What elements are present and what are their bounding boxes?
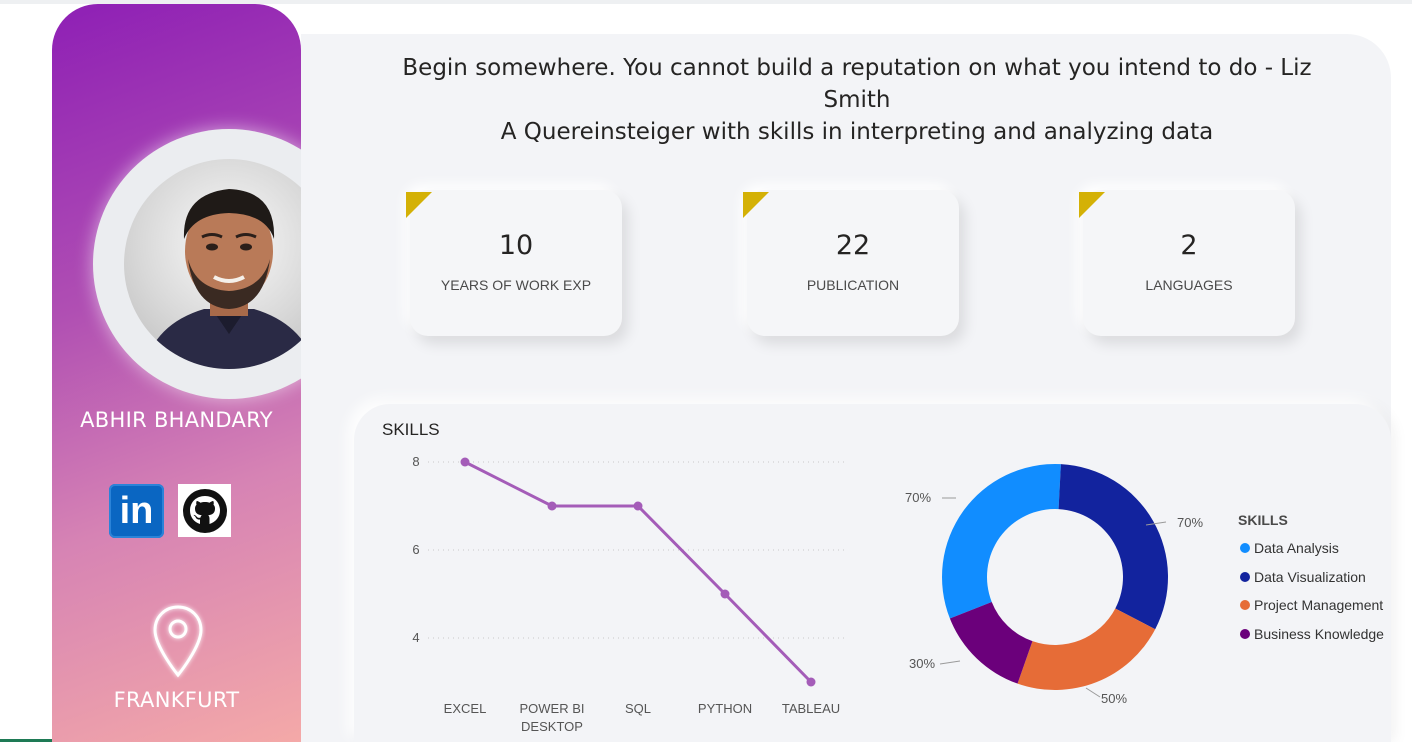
kpi-card-work-exp: 10 YEARS OF WORK EXP bbox=[406, 190, 622, 336]
legend-label: Business Knowledge bbox=[1254, 625, 1384, 642]
profile-name: ABHIR BHANDARY bbox=[80, 408, 273, 432]
label-leader-line bbox=[939, 660, 961, 665]
kpi-label: PUBLICATION bbox=[806, 277, 900, 293]
legend-label: Data Analysis bbox=[1254, 540, 1339, 557]
legend-title: SKILLS bbox=[1238, 512, 1288, 528]
card-corner-accent bbox=[1079, 192, 1105, 218]
data-point[interactable] bbox=[720, 589, 730, 599]
skills-series-line bbox=[464, 460, 813, 684]
donut-slices bbox=[942, 464, 1168, 690]
donut-slice[interactable] bbox=[942, 464, 1061, 619]
x-tick-label: PYTHON bbox=[698, 701, 752, 716]
y-tick-label: 4 bbox=[412, 630, 419, 645]
legend-item[interactable]: Data Analysis bbox=[1238, 534, 1384, 563]
label-leader-line bbox=[1085, 687, 1101, 698]
chart-y-axis: 8 6 4 bbox=[412, 454, 419, 645]
skills-line-chart: 8 6 4 EXCEL POWER BI DESKTOP SQL PYTHON TABLEAU bbox=[412, 454, 846, 734]
kpi-card-languages: 2 LANGUAGES bbox=[1079, 190, 1295, 336]
linkedin-glyph: in bbox=[119, 489, 154, 532]
legend-dot bbox=[1240, 600, 1250, 611]
chart-x-axis: EXCEL POWER BI DESKTOP SQL PYTHON TABLEAU bbox=[444, 701, 840, 734]
donut-slice[interactable] bbox=[949, 601, 1033, 684]
chart-gridlines bbox=[428, 461, 846, 639]
legend-dot bbox=[1240, 628, 1250, 639]
skills-title: SKILLS bbox=[382, 420, 440, 439]
x-tick-label: SQL bbox=[625, 701, 651, 716]
linkedin-icon[interactable]: in bbox=[109, 484, 164, 538]
location-pin-icon bbox=[153, 605, 203, 678]
data-point[interactable] bbox=[547, 501, 557, 511]
skills-donut-chart: 70% 70% 50% 30% bbox=[905, 464, 1203, 706]
legend-item[interactable]: Project Management bbox=[1238, 591, 1384, 620]
donut-slice[interactable] bbox=[1017, 608, 1156, 690]
data-point[interactable] bbox=[806, 677, 816, 687]
kpi-value: 22 bbox=[835, 230, 871, 261]
legend-items: Data Analysis Data Visualization Project M… bbox=[1238, 534, 1384, 648]
legend-dot bbox=[1240, 571, 1250, 582]
y-tick-label: 6 bbox=[412, 542, 419, 557]
donut-data-label: 70% bbox=[905, 490, 931, 505]
legend-label: Project Management bbox=[1254, 597, 1384, 614]
header-quote: Begin somewhere. You cannot build a repu… bbox=[372, 52, 1342, 148]
card-corner-accent bbox=[406, 192, 432, 218]
tagline-text: A Quereinsteiger with skills in interpre… bbox=[500, 119, 1214, 145]
donut-data-label: 50% bbox=[1101, 691, 1127, 706]
kpi-value: 10 bbox=[498, 230, 534, 261]
x-tick-label: TABLEAU bbox=[782, 701, 840, 716]
card-corner-accent bbox=[743, 192, 769, 218]
x-tick-label: POWER BI DESKTOP bbox=[519, 701, 584, 734]
legend-item[interactable]: Data Visualization bbox=[1238, 563, 1384, 592]
quote-text: Begin somewhere. You cannot build a repu… bbox=[402, 55, 1312, 113]
x-tick-label: EXCEL bbox=[444, 701, 487, 716]
legend-dot bbox=[1240, 543, 1250, 554]
donut-data-label: 70% bbox=[1177, 515, 1203, 530]
donut-slice[interactable] bbox=[1058, 464, 1168, 630]
legend-label: Data Visualization bbox=[1254, 568, 1366, 585]
github-icon[interactable] bbox=[178, 484, 231, 537]
data-point[interactable] bbox=[633, 501, 643, 511]
y-tick-label: 8 bbox=[412, 454, 419, 469]
location-label: FRANKFURT bbox=[113, 688, 240, 712]
legend-item[interactable]: Business Knowledge bbox=[1238, 620, 1384, 649]
chart-points bbox=[460, 457, 816, 687]
kpi-label: LANGUAGES bbox=[1145, 277, 1233, 293]
kpi-card-publication: 22 PUBLICATION bbox=[743, 190, 959, 336]
data-point[interactable] bbox=[460, 457, 470, 467]
donut-data-label: 30% bbox=[909, 656, 935, 671]
kpi-label: YEARS OF WORK EXP bbox=[440, 277, 592, 293]
kpi-value: 2 bbox=[1180, 230, 1198, 261]
github-logo bbox=[182, 488, 227, 533]
donut-legend: SKILLS Data Analysis Data Visualization Pr… bbox=[1238, 512, 1384, 648]
